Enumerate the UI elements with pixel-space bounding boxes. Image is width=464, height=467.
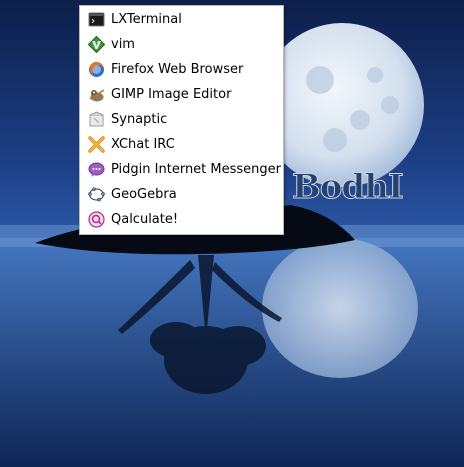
- terminal-icon: [88, 11, 105, 28]
- menu-item-lxterminal[interactable]: LXTerminal: [80, 7, 283, 32]
- menu-item-label: XChat IRC: [111, 137, 175, 152]
- menu-item-label: vim: [111, 37, 135, 52]
- application-menu: LXTerminal vim Firefox Web Browser GIMP …: [79, 5, 284, 235]
- geogebra-icon: [88, 186, 105, 203]
- synaptic-icon: [88, 111, 105, 128]
- menu-item-label: Qalculate!: [111, 212, 179, 227]
- menu-item-label: Synaptic: [111, 112, 168, 127]
- menu-item-firefox[interactable]: Firefox Web Browser: [80, 57, 283, 82]
- firefox-icon: [88, 61, 105, 78]
- gimp-icon: [88, 86, 105, 103]
- menu-item-qalculate[interactable]: Qalculate!: [80, 207, 283, 232]
- menu-item-label: GeoGebra: [111, 187, 177, 202]
- wallpaper-text: BodhI: [292, 167, 403, 207]
- menu-item-geogebra[interactable]: GeoGebra: [80, 182, 283, 207]
- vim-icon: [87, 35, 106, 54]
- menu-item-pidgin[interactable]: Pidgin Internet Messenger: [80, 157, 283, 182]
- menu-item-label: LXTerminal: [111, 12, 182, 27]
- qalculate-icon: [88, 211, 105, 228]
- menu-item-xchat[interactable]: XChat IRC: [80, 132, 283, 157]
- menu-item-gimp[interactable]: GIMP Image Editor: [80, 82, 283, 107]
- menu-item-label: Firefox Web Browser: [111, 62, 244, 77]
- xchat-icon: [88, 136, 105, 153]
- menu-item-synaptic[interactable]: Synaptic: [80, 107, 283, 132]
- menu-item-label: Pidgin Internet Messenger: [111, 162, 281, 177]
- menu-item-vim[interactable]: vim: [80, 32, 283, 57]
- pidgin-icon: [88, 161, 105, 178]
- menu-item-label: GIMP Image Editor: [111, 87, 232, 102]
